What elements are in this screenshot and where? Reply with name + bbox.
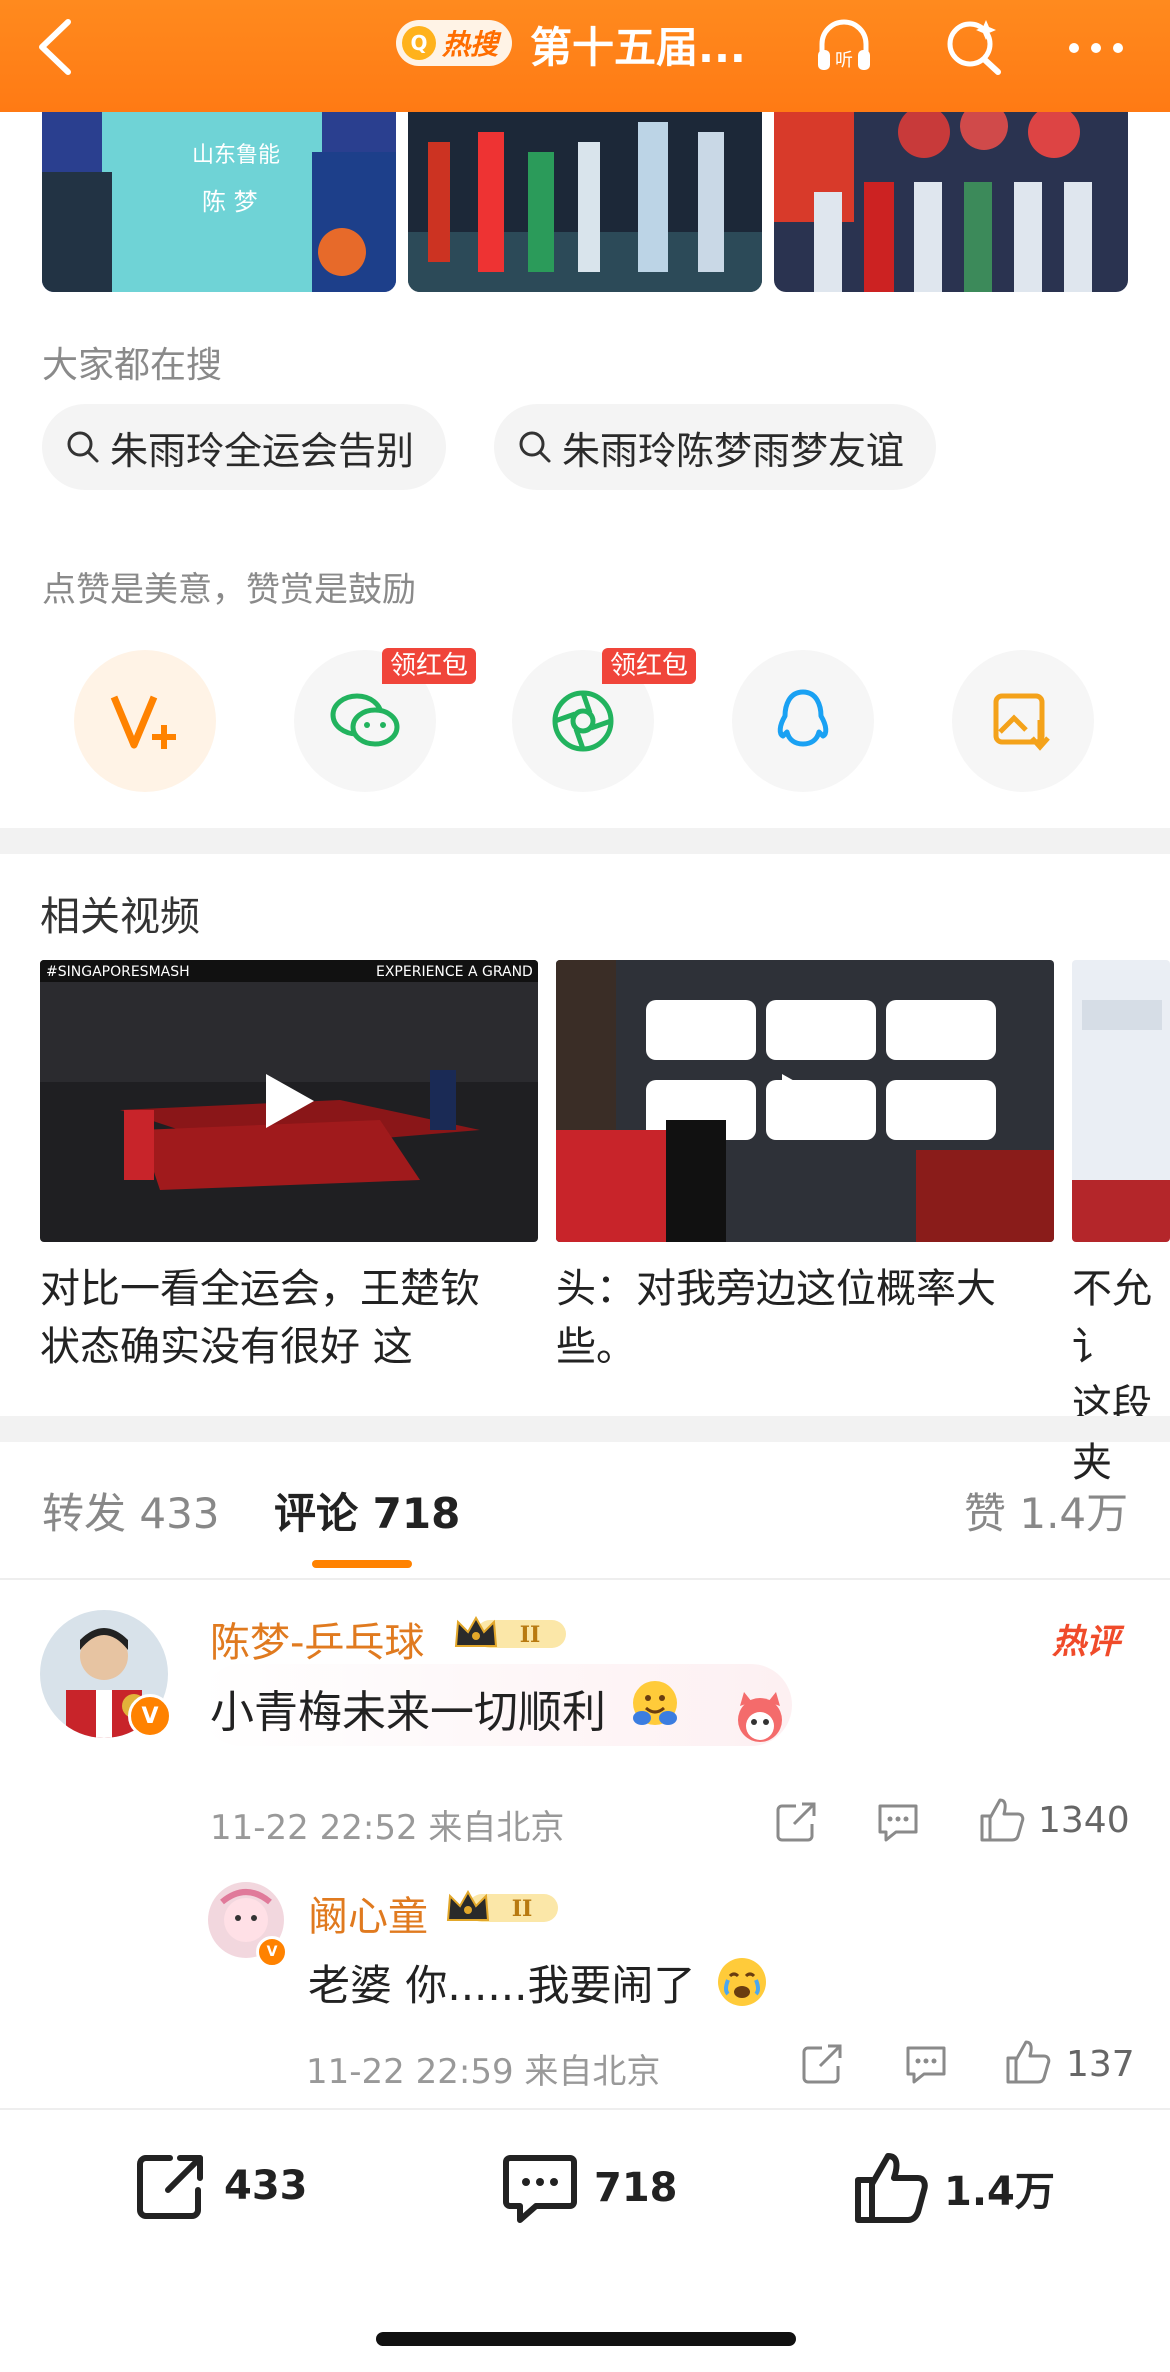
- section-divider: [0, 1416, 1170, 1442]
- svg-text:#SINGAPORESMASH: #SINGAPORESMASH: [46, 964, 190, 980]
- save-image-icon: [993, 693, 1050, 751]
- section-divider: [0, 828, 1170, 854]
- emoji-hug-icon: [633, 1681, 677, 1725]
- comment-meta: 11-22 22:52 来自北京: [210, 1808, 565, 1848]
- top-bar: Q 热搜 第十五届... 听: [0, 0, 1170, 112]
- svg-text:山东鲁能: 山东鲁能: [192, 143, 280, 168]
- reply-username[interactable]: 阚心童: [308, 1884, 428, 1942]
- qq-icon: [777, 689, 829, 747]
- crying-emoji-icon: [718, 1958, 766, 2006]
- repost-button[interactable]: 433: [134, 2150, 308, 2222]
- vip-crown-icon: II: [454, 1615, 566, 1648]
- vip-level: II: [520, 1622, 541, 1648]
- comment-count: 718: [594, 2165, 678, 2211]
- hot-search-tag[interactable]: Q 热搜: [396, 20, 513, 66]
- video-thumbnail: [1072, 960, 1170, 1242]
- photo-3[interactable]: [774, 112, 1128, 292]
- search-chip-1[interactable]: 朱雨玲全运会告别: [42, 404, 447, 490]
- video-title-line: 对比一看全运会，王楚钦: [40, 1266, 480, 1312]
- search-icon: [67, 431, 99, 463]
- comment-text: 小青梅未来一切顺利: [210, 1687, 606, 1738]
- vip-crown-icon: II: [446, 1889, 558, 1922]
- vip-level: II: [512, 1896, 533, 1922]
- video-title-line: 些。: [556, 1324, 636, 1370]
- flame-icon: Q: [402, 26, 436, 60]
- like-count: 1.4万: [944, 2169, 1055, 2215]
- like-count: 137: [1066, 2044, 1135, 2085]
- video-title-line: 状态确实没有很好 这: [40, 1324, 413, 1370]
- repost-icon[interactable]: [774, 1800, 820, 1844]
- verified-badge: V: [256, 1936, 288, 1968]
- video-title-3[interactable]: 不允讠 这段夹: [1072, 1260, 1170, 1492]
- repost-icon[interactable]: [800, 2042, 846, 2086]
- comment-username[interactable]: 陈梦-乒乓球: [210, 1610, 424, 1668]
- like-icon: [855, 2153, 928, 2223]
- svg-text:听: 听: [835, 50, 853, 71]
- reward-hint: 点赞是美意，赞赏是鼓励: [42, 570, 416, 610]
- like-icon[interactable]: [1002, 2038, 1052, 2086]
- photo-2[interactable]: [408, 112, 762, 292]
- video-title-line: 头：对我旁边这位概率大: [556, 1266, 996, 1312]
- comment-button[interactable]: 718: [500, 2150, 678, 2226]
- tab-comments[interactable]: 评论 718: [274, 1480, 460, 1541]
- video-title-line: 不允讠: [1072, 1266, 1152, 1370]
- image-grid: 山东鲁能 陈 梦: [40, 112, 1130, 292]
- hot-tag-label: 热搜: [442, 28, 499, 61]
- search-section-label: 大家都在搜: [42, 345, 223, 386]
- photo-1-image: 山东鲁能 陈 梦: [42, 112, 396, 292]
- verified-badge: V: [128, 1694, 172, 1738]
- photo-1[interactable]: 山东鲁能 陈 梦: [42, 112, 396, 292]
- tab-likes[interactable]: 赞 1.4万: [964, 1480, 1128, 1541]
- like-button[interactable]: 1.4万: [852, 2150, 1055, 2226]
- tab-reposts[interactable]: 转发 433: [42, 1480, 220, 1541]
- play-icon: [266, 1074, 314, 1128]
- wechat-icon: [330, 693, 400, 747]
- topic-title[interactable]: 第十五届...: [530, 14, 746, 75]
- repost-icon: [137, 2155, 203, 2219]
- photo-3-image: [774, 112, 1128, 292]
- video-title-2[interactable]: 头：对我旁边这位概率大 些。: [556, 1260, 996, 1376]
- save-image-button[interactable]: [952, 650, 1094, 792]
- tab-divider: [0, 1578, 1170, 1580]
- back-arrow-icon[interactable]: [28, 12, 88, 82]
- video-card-2[interactable]: [556, 960, 1054, 1242]
- red-packet-badge: 领红包: [382, 648, 477, 684]
- search-chip-label: 朱雨玲全运会告别: [110, 428, 415, 473]
- repost-count: 433: [224, 2163, 308, 2209]
- video-card-1[interactable]: #SINGAPORESMASH EXPERIENCE A GRAND: [40, 960, 538, 1242]
- search-chip-2[interactable]: 朱雨玲陈梦雨梦友谊: [494, 404, 937, 490]
- fox-sticker-icon: [738, 1692, 782, 1742]
- search-chip-label: 朱雨玲陈梦雨梦友谊: [562, 428, 905, 473]
- qq-share-button[interactable]: [732, 650, 874, 792]
- moments-icon: [552, 690, 614, 752]
- v-plus-icon: [110, 695, 176, 749]
- more-icon[interactable]: [1064, 16, 1128, 80]
- like-count: 1340: [1038, 1800, 1130, 1841]
- search-icon[interactable]: [942, 14, 1006, 78]
- red-packet-badge: 领红包: [602, 648, 697, 684]
- hot-comment-tag: 热评: [1052, 1622, 1120, 1662]
- comment-icon: [503, 2155, 577, 2223]
- listen-icon[interactable]: 听: [812, 14, 876, 78]
- video-title-1[interactable]: 对比一看全运会，王楚钦 状态确实没有很好 这: [40, 1260, 480, 1376]
- svg-text:陈 梦: 陈 梦: [202, 188, 258, 216]
- play-icon: [782, 1074, 830, 1128]
- photo-2-image: [408, 112, 762, 292]
- reply-text: 老婆 你......我要闹了: [308, 1961, 696, 2010]
- search-icon: [519, 431, 551, 463]
- svg-text:EXPERIENCE A GRAND: EXPERIENCE A GRAND: [376, 964, 533, 980]
- v-plus-button[interactable]: [74, 650, 216, 792]
- like-icon[interactable]: [976, 1796, 1026, 1844]
- comment-icon[interactable]: [874, 1800, 922, 1844]
- active-tab-indicator: [312, 1560, 412, 1568]
- home-indicator: [376, 2332, 796, 2346]
- video-card-3[interactable]: [1072, 960, 1170, 1242]
- related-videos-label: 相关视频: [40, 894, 200, 940]
- comment-icon[interactable]: [902, 2042, 950, 2086]
- reply-meta: 11-22 22:59 来自北京: [306, 2052, 661, 2092]
